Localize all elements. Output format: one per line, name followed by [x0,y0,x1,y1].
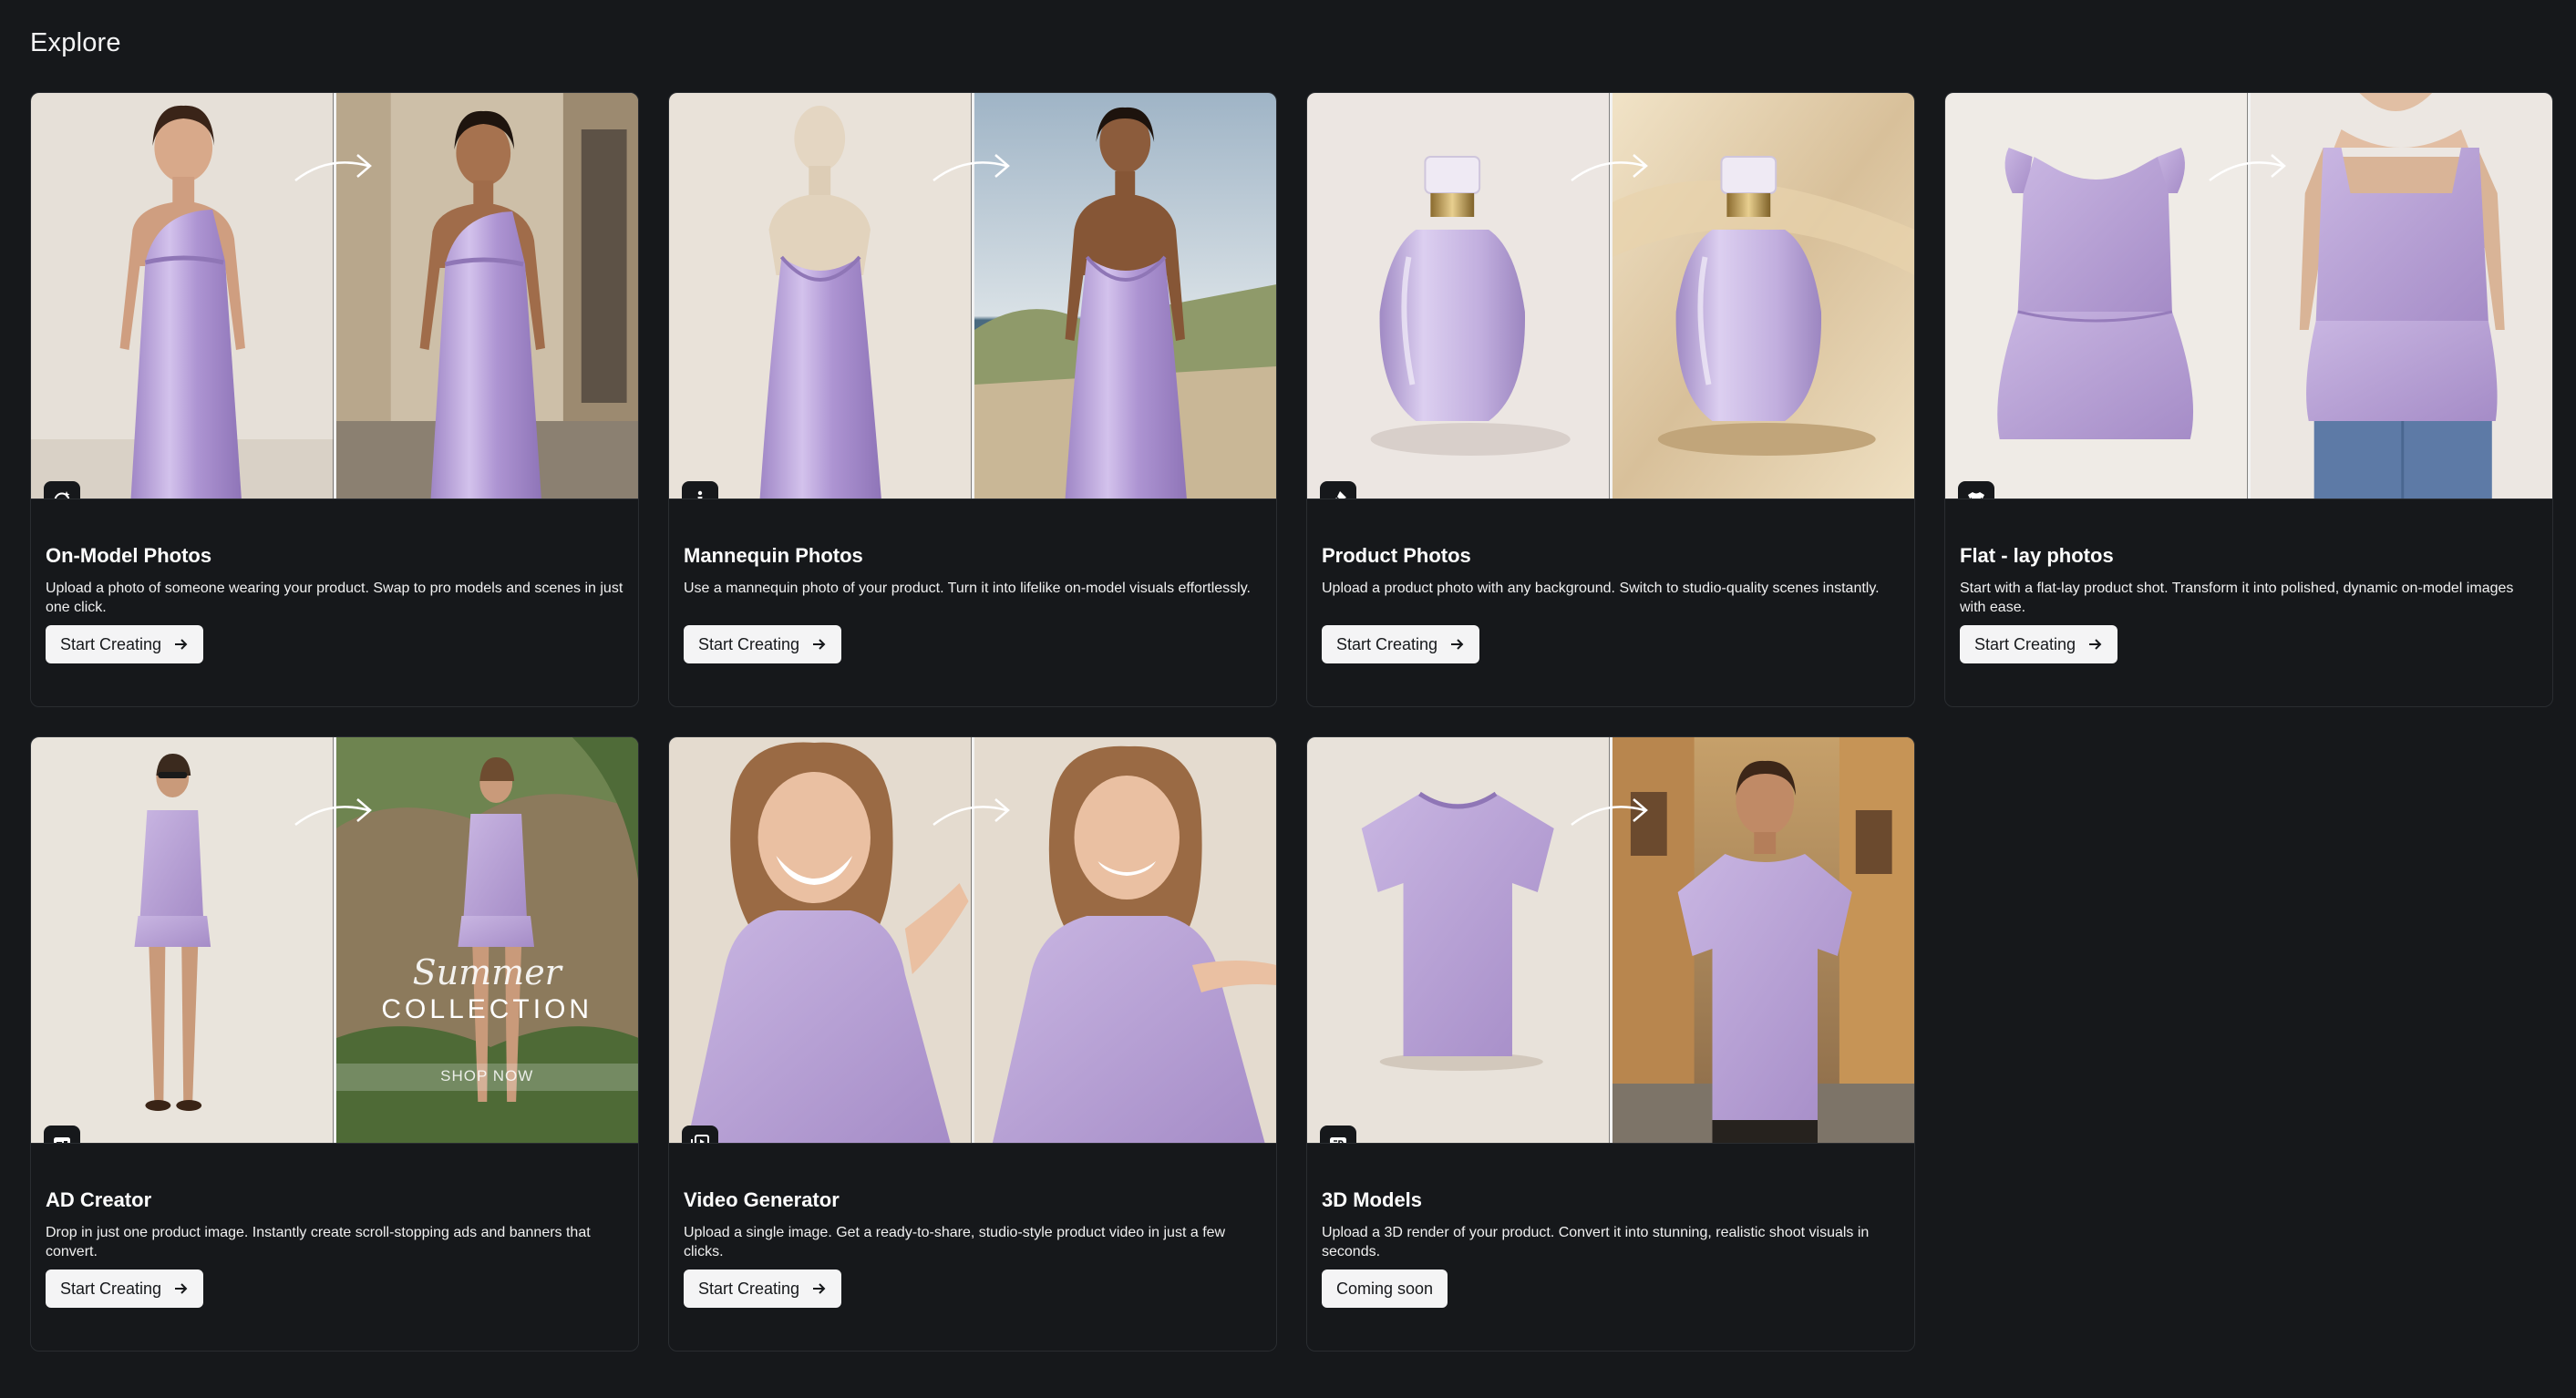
button-label: Start Creating [698,634,800,653]
before-image [669,93,972,499]
card-preview [1307,737,1914,1144]
before-image [1307,93,1610,499]
card-description: Use a mannequin photo of your product. T… [684,581,1251,596]
ad-headline-text: COLLECTION [381,994,593,1024]
card-preview [1945,93,2552,499]
button-label: Start Creating [698,1279,800,1298]
transform-arrow-icon [1571,798,1648,826]
transform-arrow-icon [1571,154,1648,181]
ad-script-text: Summer [412,952,562,992]
card-flat-lay-photos[interactable]: Flat - lay photos Start with a flat-lay … [1944,92,2553,707]
card-title: Product Photos [1322,544,1471,567]
transform-arrow-icon [294,798,372,826]
card-mannequin-photos[interactable]: Mannequin Photos Use a mannequin photo o… [668,92,1277,707]
transform-arrow-icon [933,154,1010,181]
explore-grid: On-Model Photos Upload a photo of someon… [30,92,2553,1352]
start-creating-button[interactable]: Start Creating [684,625,842,663]
card-on-model-photos[interactable]: On-Model Photos Upload a photo of someon… [30,92,639,707]
button-label: Start Creating [60,634,162,653]
card-3d-models[interactable]: 3D Models Upload a 3D render of your pro… [1306,736,1915,1352]
start-creating-button[interactable]: Start Creating [684,1270,842,1308]
arrow-right-icon [813,1283,826,1294]
face-retouch-icon [44,481,80,499]
ad-layout-icon [44,1126,80,1143]
before-image [31,737,334,1143]
card-preview [1307,93,1914,499]
arrow-right-icon [175,1283,188,1294]
card-title: 3D Models [1322,1188,1423,1211]
button-label: Coming soon [1336,1279,1434,1298]
after-image [1609,737,1914,1143]
arrow-right-icon [2089,639,2102,650]
card-title: Mannequin Photos [684,544,863,567]
card-title: Video Generator [684,1188,840,1211]
button-label: Start Creating [60,1279,162,1298]
button-label: Start Creating [1336,634,1438,653]
page-title: Explore [30,28,121,57]
card-description: Start with a flat-lay product shot. Tran… [1960,581,2514,615]
cube-3d-icon [1320,1126,1356,1143]
card-description: Upload a 3D render of your product. Conv… [1322,1225,1870,1259]
ad-cta-text: SHOP NOW [440,1067,534,1084]
after-image [2247,93,2552,499]
card-product-photos[interactable]: Product Photos Upload a product photo wi… [1306,92,1915,707]
card-title: On-Model Photos [46,544,212,567]
after-image [333,93,638,499]
coming-soon-button[interactable]: Coming soon [1322,1270,1448,1308]
card-preview [669,93,1276,499]
card-description: Upload a single image. Get a ready-to-sh… [684,1225,1226,1259]
card-description: Drop in just one product image. Instantl… [46,1225,591,1259]
card-description: Upload a product photo with any backgrou… [1322,581,1880,596]
start-creating-button[interactable]: Start Creating [46,1270,204,1308]
after-image [971,737,1276,1143]
card-preview: Summer COLLECTION SHOP NOW [31,737,638,1144]
card-preview [31,93,638,499]
video-stack-icon [682,1126,718,1143]
start-creating-button[interactable]: Start Creating [46,625,204,663]
after-image [1609,93,1914,499]
before-image [1945,93,2248,499]
after-image: Summer COLLECTION SHOP NOW [333,737,638,1143]
transform-arrow-icon [294,154,372,181]
transform-arrow-icon [933,798,1010,826]
button-label: Start Creating [1974,634,2076,653]
after-image [971,93,1276,499]
card-description: Upload a photo of someone wearing your p… [46,581,623,615]
transform-arrow-icon [2209,154,2286,181]
arrow-right-icon [1451,639,1464,650]
before-image [1307,737,1610,1143]
brush-icon [1320,481,1356,499]
start-creating-button[interactable]: Start Creating [1322,625,1480,663]
before-image [31,93,334,499]
card-title: Flat - lay photos [1960,544,2114,567]
start-creating-button[interactable]: Start Creating [1960,625,2118,663]
card-video-generator[interactable]: Video Generator Upload a single image. G… [668,736,1277,1352]
card-ad-creator[interactable]: Summer COLLECTION SHOP NOW AD Creator Dr… [30,736,639,1352]
tshirt-icon [1958,481,1994,499]
mannequin-icon [682,481,718,499]
arrow-right-icon [175,639,188,650]
card-title: AD Creator [46,1188,152,1211]
arrow-right-icon [813,639,826,650]
card-preview [669,737,1276,1144]
before-image [669,737,972,1143]
